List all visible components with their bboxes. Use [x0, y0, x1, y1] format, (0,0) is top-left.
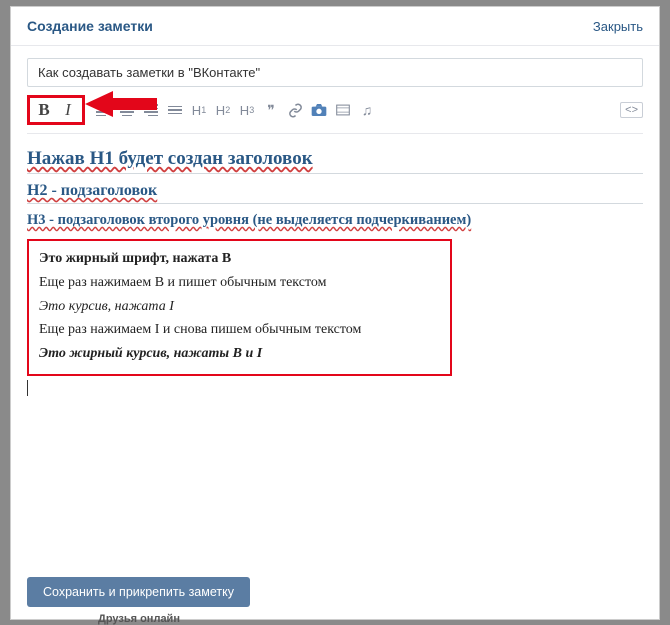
modal-footer: Сохранить и прикрепить заметку	[11, 565, 659, 619]
align-center-button[interactable]	[116, 99, 138, 121]
bold-italic-sample: Это жирный курсив, нажаты B и I	[39, 342, 440, 366]
align-left-icon	[96, 104, 110, 116]
camera-icon	[311, 103, 327, 117]
note-title-input[interactable]	[27, 58, 643, 87]
close-button[interactable]: Закрыть	[593, 19, 643, 34]
bg-friends-label: Друзья онлайн	[98, 613, 180, 625]
heading-2: H2 - подзаголовок	[27, 182, 643, 204]
h2-button[interactable]: H2	[212, 99, 234, 121]
text-cursor	[27, 380, 643, 396]
italic-sample: Это курсив, нажата I	[39, 295, 440, 319]
modal-header: Создание заметки Закрыть	[11, 7, 659, 46]
list-button[interactable]	[164, 99, 186, 121]
list-icon	[168, 106, 182, 115]
annotation-sample-box: Это жирный шрифт, нажата B Еще раз нажим…	[27, 239, 452, 376]
h3-button[interactable]: H3	[236, 99, 258, 121]
align-center-icon	[120, 104, 134, 116]
bold-italic-highlight-box: B I	[27, 95, 85, 125]
normal-sample-2: Еще раз нажимаем I и снова пишем обычным…	[39, 318, 440, 342]
link-button[interactable]	[284, 99, 306, 121]
modal-title: Создание заметки	[27, 18, 153, 34]
html-mode-button[interactable]: <>	[620, 102, 643, 118]
quote-button[interactable]: ❞	[260, 99, 282, 121]
toolbar: B I H1 H2 H3 ❞	[27, 95, 643, 134]
modal-body: B I H1 H2 H3 ❞	[11, 46, 659, 565]
heading-3: H3 - подзаголовок второго уровня (не выд…	[27, 212, 643, 229]
link-icon	[288, 103, 303, 118]
save-attach-button[interactable]: Сохранить и прикрепить заметку	[27, 577, 250, 607]
note-editor-modal: Создание заметки Закрыть B I	[10, 6, 660, 620]
normal-sample-1: Еще раз нажимаем B и пишет обычным текст…	[39, 271, 440, 295]
align-left-button[interactable]	[92, 99, 114, 121]
italic-button[interactable]: I	[57, 99, 79, 121]
bold-sample: Это жирный шрифт, нажата B	[39, 247, 440, 271]
heading-1: Нажав H1 будет создан заголовок	[27, 148, 643, 174]
audio-button[interactable]: ♫	[356, 99, 378, 121]
editor-area[interactable]: Нажав H1 будет создан заголовок H2 - под…	[27, 144, 643, 553]
bold-button[interactable]: B	[33, 99, 55, 121]
photo-button[interactable]	[308, 99, 330, 121]
video-icon	[336, 103, 350, 117]
h1-button[interactable]: H1	[188, 99, 210, 121]
align-right-icon	[144, 104, 158, 116]
align-right-button[interactable]	[140, 99, 162, 121]
video-button[interactable]	[332, 99, 354, 121]
